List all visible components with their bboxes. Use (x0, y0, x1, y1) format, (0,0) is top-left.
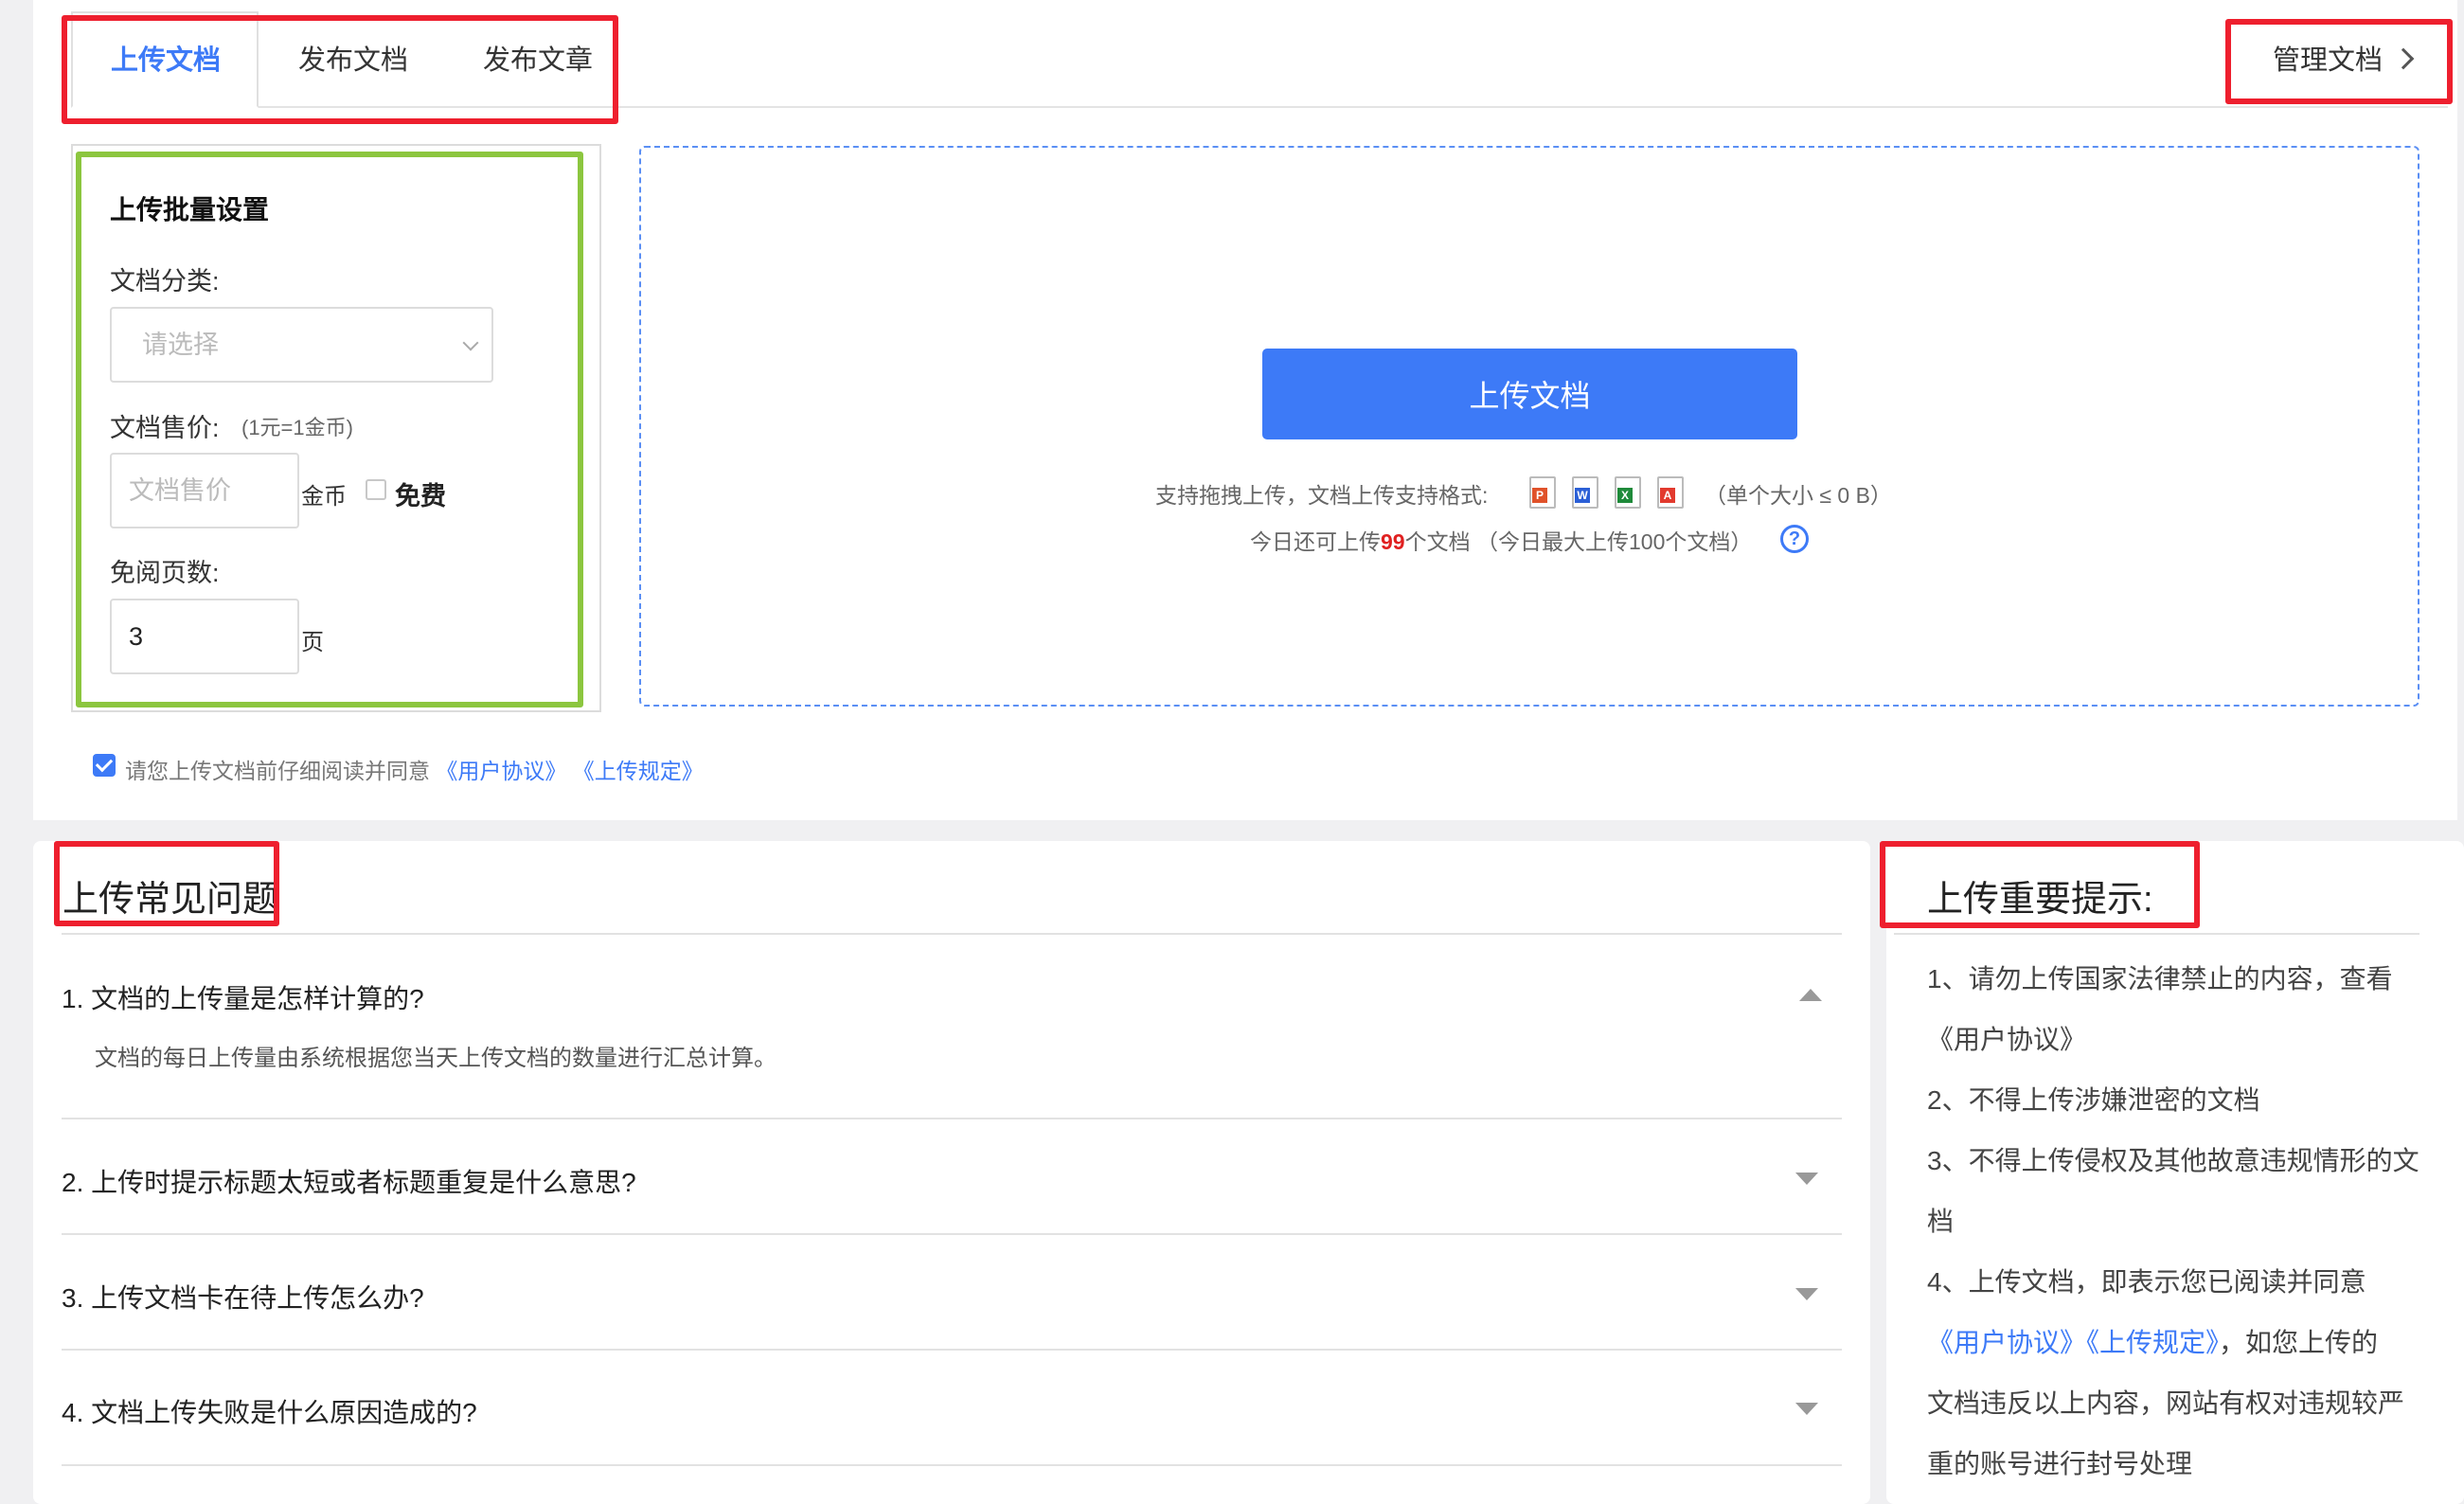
agreement-text-row: 请您上传文档前仔细阅读并同意 《用户协议》 《上传规定》 (125, 753, 704, 785)
faq-question-1[interactable]: 1. 文档的上传量是怎样计算的? (62, 978, 424, 1016)
faq-question-4[interactable]: 4. 文档上传失败是什么原因造成的? (62, 1392, 477, 1430)
annotation-box-manage (2225, 19, 2453, 104)
price-placeholder: 文档售价 (129, 476, 231, 505)
faq-divider (62, 1233, 1842, 1235)
faq-answer-1: 文档的每日上传量由系统根据您当天上传文档的数量进行汇总计算。 (95, 1046, 777, 1071)
tip-line-3-cont: 档 (1927, 1207, 1955, 1236)
chevron-down-icon (462, 334, 479, 351)
free-pages-label: 免阅页数: (110, 559, 220, 587)
tips-divider (1894, 933, 2419, 935)
annotation-box-tips-title (1880, 841, 2200, 928)
faq-divider (62, 933, 1842, 935)
free-checkbox[interactable] (366, 479, 386, 500)
faq-divider (62, 1349, 1842, 1351)
upload-rules-link[interactable]: 《上传规定》 (573, 759, 704, 783)
tip-line-2: 2、不得上传涉嫌泄密的文档 (1927, 1085, 2260, 1115)
expand-arrow-icon[interactable] (1795, 1288, 1818, 1300)
upload-document-button[interactable]: 上传文档 (1262, 349, 1797, 439)
tip-user-agreement-link[interactable]: 《用户协议》 (1927, 1019, 2086, 1057)
price-label: 文档售价: (110, 414, 220, 442)
free-pages-value: 3 (129, 622, 144, 651)
word-file-icon: W (1572, 476, 1598, 509)
daily-quota-count: 99 (1381, 529, 1405, 554)
tip-user-agreement-link-2[interactable]: 《用户协议》 (1927, 1328, 2086, 1357)
free-label: 免费 (395, 482, 446, 510)
agreement-checkbox[interactable] (93, 754, 116, 777)
collapse-arrow-icon[interactable] (1799, 989, 1822, 1001)
faq-question-3[interactable]: 3. 上传文档卡在待上传怎么办? (62, 1278, 424, 1316)
tip-upload-rules-link[interactable]: 《上传规定》 (2086, 1328, 2219, 1357)
user-agreement-link[interactable]: 《用户协议》 (436, 759, 566, 783)
daily-quota-prefix: 今日还可上传 (1250, 529, 1381, 554)
tip-line-3: 3、不得上传侵权及其他故意违规情形的文 (1927, 1146, 2419, 1175)
daily-quota-text: 今日还可上传99个文档 （今日最大上传100个文档） (1250, 524, 1752, 556)
excel-file-icon: X (1615, 476, 1641, 509)
tip-line-6: 重的账号进行封号处理 (1927, 1449, 2193, 1478)
category-placeholder: 请选择 (142, 331, 219, 359)
category-label: 文档分类: (110, 267, 220, 295)
tip-line-4-rest: ，如您上传的 (2219, 1328, 2379, 1357)
faq-divider (62, 1118, 1842, 1119)
free-pages-unit: 页 (301, 630, 324, 655)
annotation-box-faq-title (54, 841, 279, 926)
ppt-file-icon: P (1529, 476, 1556, 509)
expand-arrow-icon[interactable] (1795, 1173, 1818, 1185)
price-input[interactable]: 文档售价 (110, 453, 299, 528)
pdf-file-icon: A (1657, 476, 1684, 509)
question-circle-icon[interactable]: ? (1780, 525, 1809, 553)
agreement-text: 请您上传文档前仔细阅读并同意 (125, 759, 430, 783)
tip-line-4-links: 《用户协议》《上传规定》，如您上传的 (1927, 1322, 2378, 1360)
free-pages-input[interactable]: 3 (110, 599, 299, 674)
batch-settings-title: 上传批量设置 (110, 195, 270, 224)
category-select[interactable]: 请选择 (110, 307, 493, 383)
expand-arrow-icon[interactable] (1795, 1403, 1818, 1415)
supported-formats-text: 支持拖拽上传，文档上传支持格式: (1155, 483, 1489, 508)
daily-quota-suffix: 个文档 （今日最大上传100个文档） (1404, 529, 1753, 554)
faq-question-2[interactable]: 2. 上传时提示标题太短或者标题重复是什么意思? (62, 1162, 636, 1200)
faq-divider (62, 1464, 1842, 1466)
tip-line-4: 4、上传文档，即表示您已阅读并同意 (1927, 1267, 2366, 1297)
price-hint: (1元=1金币) (241, 416, 353, 439)
size-limit-text: （单个大小 ≤ 0 B） (1705, 483, 1892, 508)
annotation-box-tabs (62, 15, 618, 124)
price-unit: 金币 (301, 484, 347, 510)
tip-line-5: 文档违反以上内容，网站有权对违规较严 (1927, 1388, 2405, 1418)
tip-line-1: 1、请勿上传国家法律禁止的内容，查看 (1927, 964, 2393, 994)
